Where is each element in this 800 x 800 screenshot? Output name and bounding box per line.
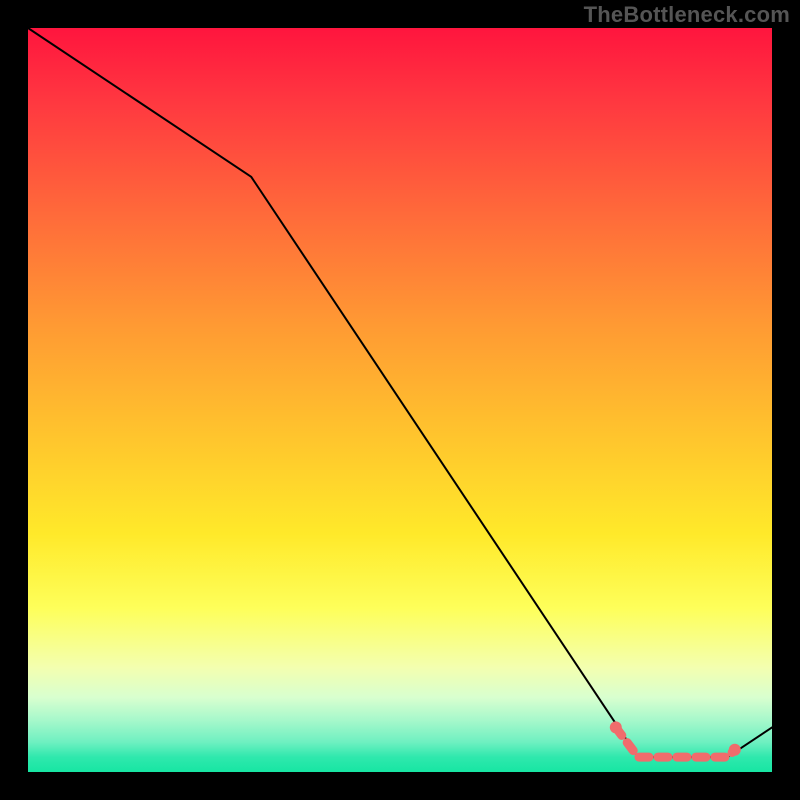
chart-frame: TheBottleneck.com xyxy=(0,0,800,800)
bottleneck-curve-group xyxy=(28,28,772,757)
optimal-range-start-dot xyxy=(610,721,622,733)
plot-svg xyxy=(28,28,772,772)
plot-area xyxy=(28,28,772,772)
optimal-range-group xyxy=(610,721,741,757)
watermark-text: TheBottleneck.com xyxy=(584,2,790,28)
optimal-range-end-dot xyxy=(729,744,741,756)
optimal-range-line xyxy=(616,727,735,757)
bottleneck-curve xyxy=(28,28,772,757)
